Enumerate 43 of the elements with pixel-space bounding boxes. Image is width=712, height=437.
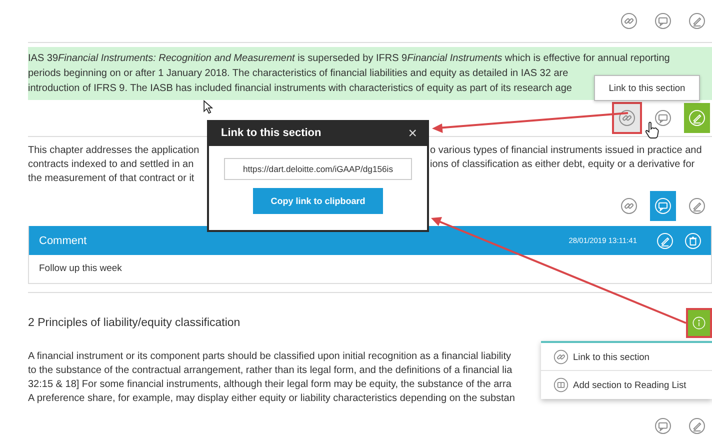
link-icon	[620, 197, 638, 215]
tooltip: Link to this section	[594, 75, 700, 101]
menu-item[interactable]: Add section to Reading List	[541, 371, 712, 399]
comment-icon	[654, 109, 672, 127]
pencil-icon	[688, 197, 706, 215]
pencil-icon	[688, 109, 706, 127]
trash-icon	[684, 232, 702, 250]
text-line: This chapter addresses the application	[28, 144, 200, 158]
comment-icon	[654, 12, 672, 30]
pencil-icon	[688, 417, 706, 435]
menu-item[interactable]: Link to this section	[541, 343, 712, 371]
comment-text: Follow up this week	[38, 262, 123, 276]
text-line: A preference share, for example, may display either equity or liability characteristics depending on the substan	[28, 392, 515, 406]
info-button[interactable]	[686, 308, 712, 338]
comment-title: Comment	[39, 234, 88, 246]
comment-icon	[654, 417, 672, 435]
dialog-title: Link to this section	[221, 127, 322, 139]
link-icon	[620, 12, 638, 30]
text-line: to the substance of the contractual arrangement, rather than its legal form, and the definitions of a financial lia	[28, 364, 512, 378]
link-button[interactable]	[612, 102, 642, 134]
section-heading: 2 Principles of liability/equity classification	[28, 317, 240, 329]
comment-icon	[654, 197, 672, 215]
cursor-icon	[203, 100, 213, 114]
link-icon	[618, 109, 636, 127]
pencil-icon	[656, 232, 674, 250]
text-line: periods beginning on or after 1 January 2018. The characteristics of financial liabilities and equity as detailed in IAS 32 are	[28, 67, 568, 81]
text-line: 32:15 & 18] For some financial instruments, although their legal form may be equity, the substance of the arra	[28, 378, 512, 392]
text-line: IAS 39Financial Instruments: Recognition and Measurement is superseded by IFRS 9Financial Instruments which is effective for annual reporting	[28, 52, 670, 66]
hand-cursor-icon	[645, 121, 659, 139]
book-icon	[553, 377, 569, 393]
pencil-icon	[688, 12, 706, 30]
text-line: contracts indexed to and settled in an	[28, 158, 194, 172]
info-icon	[692, 314, 706, 332]
text-line: o various types of financial instruments issued in practice and	[430, 144, 702, 158]
edit-button[interactable]	[684, 103, 710, 133]
text-line: introduction of IFRS 9. The IASB has included financial instruments with characteristics of equity as part of its research age	[28, 82, 572, 96]
url-field[interactable]: https://dart.deloitte.com/iGAAP/dg156is	[224, 158, 412, 180]
comment-button[interactable]	[650, 191, 676, 221]
text-line: A financial instrument or its component parts should be classified upon initial recognition as a financial liability	[28, 350, 512, 364]
text-line: ions of classification as either debt, equity or a derivative for	[430, 158, 695, 172]
text-line: the measurement of that contract or it	[28, 172, 194, 186]
close-button[interactable]: ×	[404, 124, 421, 142]
link-icon	[553, 348, 569, 364]
